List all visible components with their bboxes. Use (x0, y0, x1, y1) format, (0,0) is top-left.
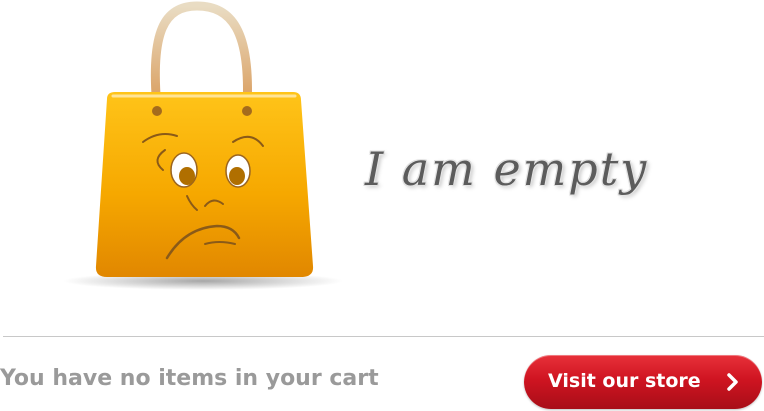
empty-cart-message: You have no items in your cart (0, 366, 379, 391)
sad-shopping-bag-icon (63, 1, 343, 290)
visit-store-button-label: Visit our store (548, 370, 701, 392)
empty-cart-title: I am empty (365, 142, 649, 196)
visit-store-button[interactable]: Visit our store (524, 355, 762, 409)
section-divider (3, 336, 764, 337)
empty-cart-page: I am empty You have no items in your car… (0, 0, 764, 411)
chevron-right-icon (727, 373, 738, 391)
empty-cart-hero: I am empty (0, 0, 764, 300)
